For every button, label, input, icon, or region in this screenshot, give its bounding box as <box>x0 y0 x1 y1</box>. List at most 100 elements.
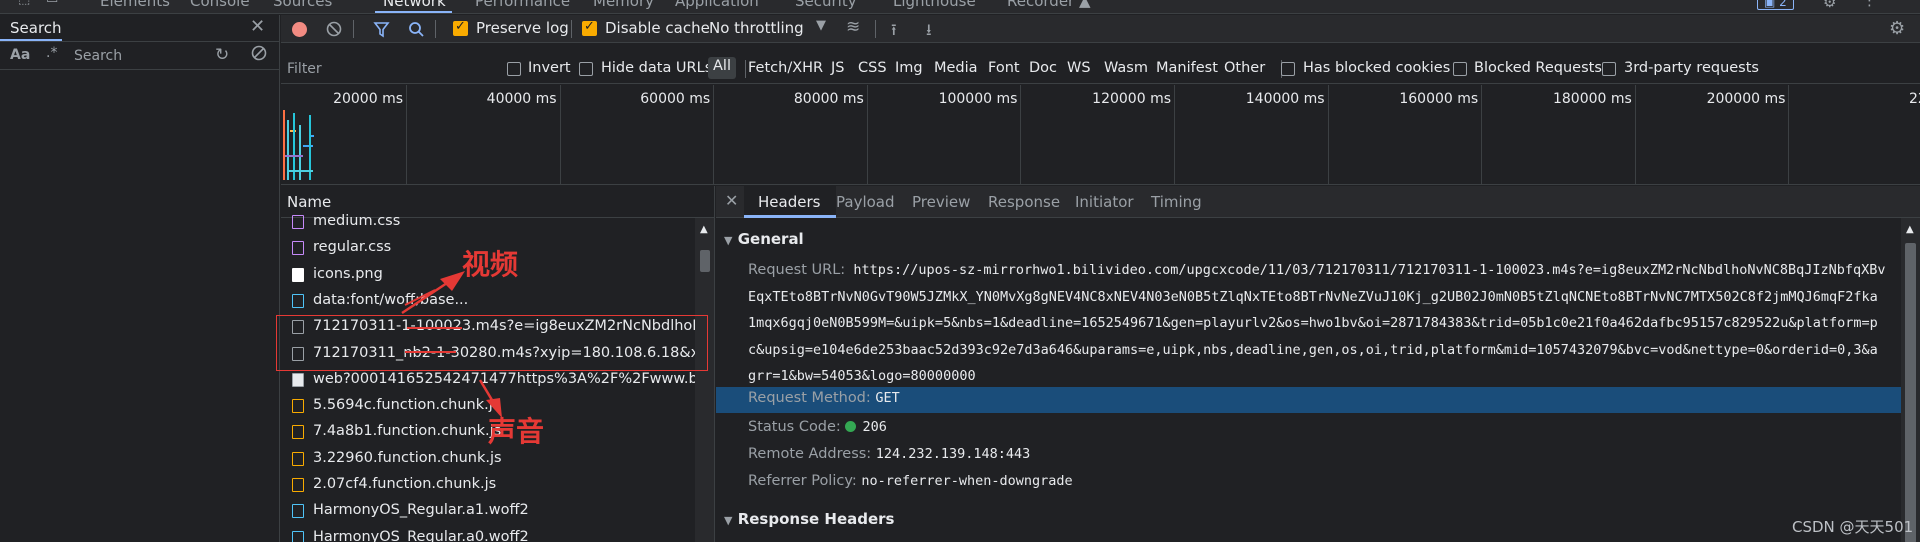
search-panel-header: Search ✕ <box>0 15 279 42</box>
inspect-element-icon[interactable]: ⬚ <box>18 0 30 7</box>
type-filter-all[interactable]: All <box>708 57 736 79</box>
request-row[interactable]: 2.07cf4.function.chunk.js <box>281 473 693 499</box>
invert-label: Invert <box>528 60 571 76</box>
clear-log-icon[interactable] <box>326 21 342 37</box>
annotation-audio-label: 声音 <box>488 415 545 448</box>
filter-icon[interactable] <box>373 21 390 38</box>
scroll-up-arrow-icon[interactable]: ▲ <box>700 224 708 235</box>
tab-preview[interactable]: Preview <box>912 193 970 211</box>
request-method-row: Request Method: GET <box>716 387 1901 413</box>
close-search-icon[interactable]: ✕ <box>250 16 265 37</box>
tab-console[interactable]: Console <box>190 0 250 10</box>
requests-scrollbar[interactable]: ▲ <box>695 218 714 542</box>
column-header-name[interactable]: Name <box>287 193 331 211</box>
overview-gridline <box>1481 85 1483 184</box>
throttling-select[interactable]: No throttling <box>709 19 804 37</box>
third-party-label: 3rd-party requests <box>1624 60 1759 76</box>
tab-elements[interactable]: Elements <box>100 0 170 10</box>
third-party-checkbox[interactable] <box>1602 62 1616 76</box>
type-filter-fetch-xhr[interactable]: Fetch/XHR <box>748 60 823 76</box>
overview-tick-label: 60000 ms <box>640 91 711 107</box>
network-conditions-icon[interactable]: ≋ <box>846 17 860 37</box>
type-filter-img[interactable]: Img <box>895 60 923 76</box>
response-headers-section-toggle[interactable]: ▼ Response Headers <box>724 510 895 528</box>
search-input[interactable] <box>70 45 206 67</box>
overview-tick-label: 200000 ms <box>1706 91 1786 107</box>
search-tab[interactable]: Search <box>10 19 62 37</box>
tab-performance[interactable]: Performance <box>475 0 570 10</box>
tab-sources[interactable]: Sources <box>273 0 332 10</box>
disable-cache-checkbox[interactable] <box>582 19 597 36</box>
type-filter-js[interactable]: JS <box>831 60 844 76</box>
type-filter-font[interactable]: Font <box>988 60 1020 76</box>
tab-initiator[interactable]: Initiator <box>1075 193 1134 211</box>
has-blocked-cookies-checkbox[interactable] <box>1281 62 1295 76</box>
disable-cache-label: Disable cache <box>605 19 710 37</box>
refresh-icon[interactable]: ↻ <box>215 45 229 65</box>
preserve-log-checkbox[interactable] <box>453 19 468 36</box>
type-filter-doc[interactable]: Doc <box>1029 60 1057 76</box>
tab-memory[interactable]: Memory <box>593 0 654 10</box>
overview-tick-label: 220 <box>1909 91 1920 107</box>
tab-lighthouse[interactable]: Lighthouse <box>893 0 976 10</box>
issues-icon: ▣ <box>1764 0 1776 9</box>
import-har-icon[interactable]: ⭱ <box>891 19 897 46</box>
settings-gear-icon[interactable]: ⚙ <box>1823 0 1836 11</box>
requests-scroll-thumb[interactable] <box>700 250 710 272</box>
overview-tick-label: 40000 ms <box>486 91 557 107</box>
annotation-video-label: 视频 <box>462 248 519 281</box>
request-url-value: https://upos-sz-mirrorhwo1.bilivideo.com… <box>853 262 1886 278</box>
invert-checkbox[interactable] <box>507 62 521 76</box>
overview-tick-label: 160000 ms <box>1399 91 1479 107</box>
device-toolbar-icon[interactable]: ▭ <box>46 0 58 7</box>
match-case-toggle[interactable]: Aa <box>10 47 30 63</box>
regex-toggle[interactable]: .* <box>46 45 57 61</box>
scroll-up-arrow-icon[interactable]: ▲ <box>1906 224 1914 235</box>
general-section-toggle[interactable]: ▼ General <box>724 230 804 248</box>
devtools-tab-bar: ⬚ ▭ Elements Console Sources Network Per… <box>0 0 1920 14</box>
tab-security[interactable]: Security <box>795 0 857 10</box>
record-icon[interactable] <box>291 21 308 38</box>
request-row[interactable]: medium.css <box>281 210 693 236</box>
toolbar-separator <box>875 20 876 38</box>
details-scroll-thumb[interactable] <box>1905 243 1916 542</box>
network-settings-gear-icon[interactable]: ⚙ <box>1889 18 1905 39</box>
more-options-icon[interactable]: ⋮ <box>1862 0 1877 9</box>
toolbar-separator <box>435 20 436 38</box>
hide-data-urls-label: Hide data URLs <box>601 60 713 76</box>
search-icon[interactable] <box>408 21 425 38</box>
filter-input[interactable] <box>287 58 487 80</box>
chevron-down-icon[interactable]: ▼ <box>816 18 826 33</box>
request-name: HarmonyOS_Regular.a0.woff2 <box>313 528 529 542</box>
request-url-line: Request URL: https://upos-sz-mirrorhwo1.… <box>748 257 1893 284</box>
type-filter-ws[interactable]: WS <box>1067 60 1091 76</box>
referrer-policy-label: Referrer Policy: <box>748 473 857 489</box>
search-tab-indicator <box>0 39 62 41</box>
type-filter-other[interactable]: Other <box>1224 60 1265 76</box>
request-row[interactable]: HarmonyOS_Regular.a0.woff2 <box>281 526 693 542</box>
search-row: Aa .* ↻ <box>0 42 279 70</box>
request-url-label: Request URL: <box>748 262 846 278</box>
hide-data-urls-checkbox[interactable] <box>579 62 593 76</box>
tab-headers[interactable]: Headers <box>758 193 820 211</box>
network-overview[interactable]: 20000 ms 40000 ms 60000 ms 80000 ms 100000 m… <box>281 85 1920 185</box>
type-filter-media[interactable]: Media <box>934 60 978 76</box>
type-filter-manifest[interactable]: Manifest <box>1156 60 1218 76</box>
clear-search-icon[interactable] <box>251 45 267 61</box>
close-details-icon[interactable]: ✕ <box>725 191 738 210</box>
tab-application[interactable]: Application <box>675 0 759 10</box>
blocked-requests-checkbox[interactable] <box>1453 62 1467 76</box>
tab-network[interactable]: Network <box>383 0 446 10</box>
status-code-label: Status Code: <box>748 419 841 435</box>
issues-badge[interactable]: ▣ 2 <box>1757 0 1794 10</box>
type-filter-wasm[interactable]: Wasm <box>1104 60 1148 76</box>
export-har-icon[interactable]: ⭳ <box>926 19 932 46</box>
type-filter-css[interactable]: CSS <box>858 60 887 76</box>
tab-payload[interactable]: Payload <box>836 193 895 211</box>
tab-recorder[interactable]: Recorder ▲ <box>1007 0 1091 10</box>
request-row[interactable]: HarmonyOS_Regular.a1.woff2 <box>281 499 693 525</box>
tab-timing[interactable]: Timing <box>1151 193 1202 211</box>
details-scrollbar[interactable]: ▲ <box>1901 218 1920 542</box>
tab-response[interactable]: Response <box>988 193 1060 211</box>
referrer-policy-pair: Referrer Policy: no-referrer-when-downgr… <box>748 473 1073 489</box>
